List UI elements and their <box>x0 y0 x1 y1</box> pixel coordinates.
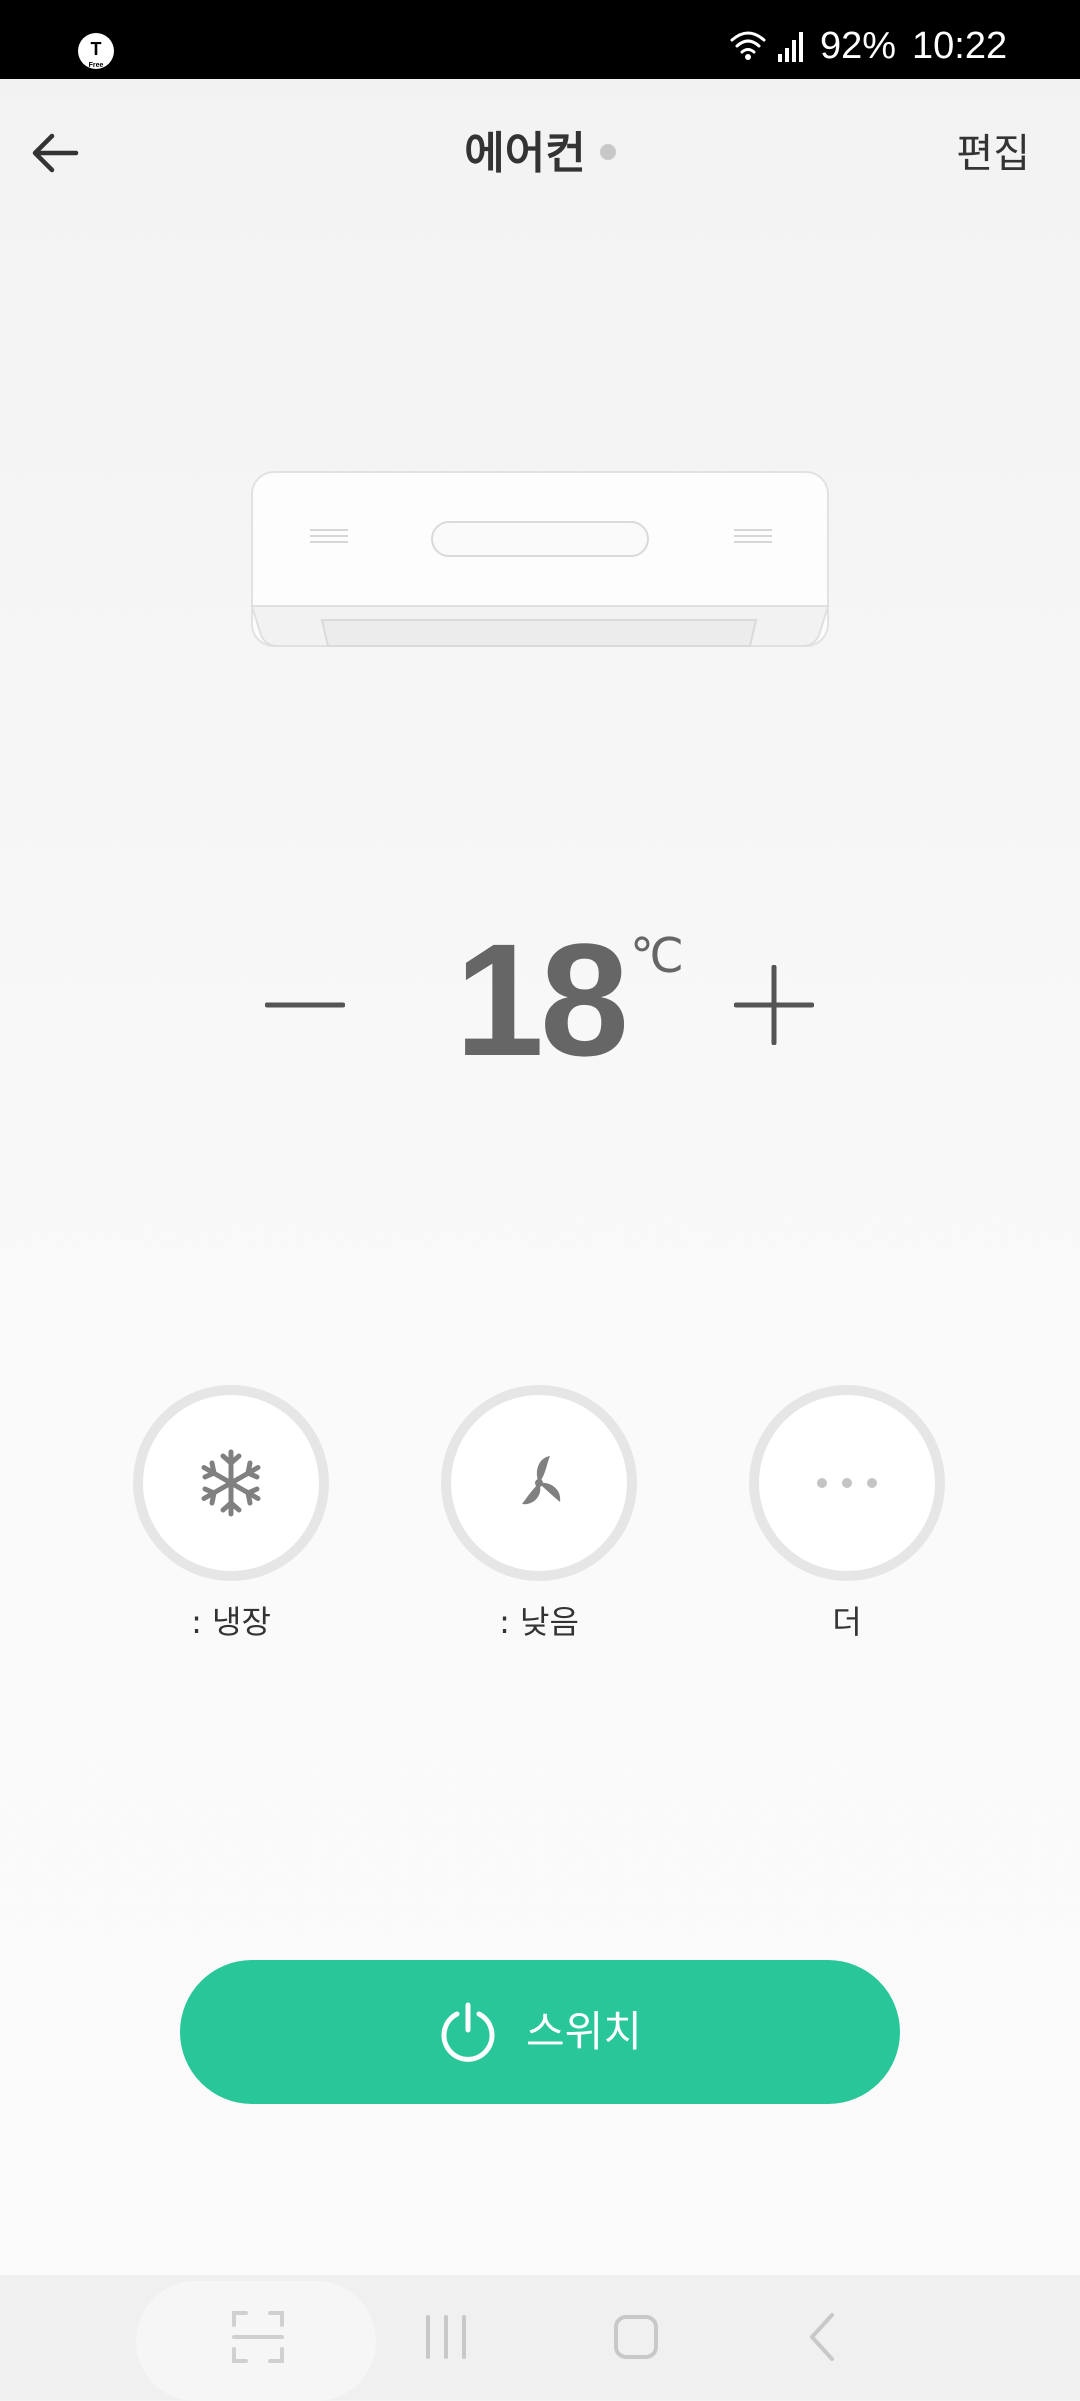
online-status-dot <box>599 144 616 160</box>
system-nav-bar <box>0 2275 1080 2401</box>
power-switch-button[interactable]: 스위치 <box>180 1960 900 2104</box>
carrier-logo: T Free <box>78 33 114 69</box>
battery-level: 92% <box>820 25 897 67</box>
more-button[interactable] <box>749 1385 945 1581</box>
decrease-temperature-button[interactable] <box>265 965 345 1045</box>
back-icon[interactable] <box>792 2305 856 2369</box>
temperature-unit: ℃ <box>630 928 684 984</box>
power-switch-label: 스위치 <box>526 2007 642 2056</box>
temperature-value: 18 <box>455 910 629 1089</box>
increase-temperature-button[interactable] <box>734 965 814 1045</box>
edit-button[interactable]: 편집 <box>956 126 1030 182</box>
power-icon <box>441 2002 495 2062</box>
more-label: 더 <box>832 1603 862 1641</box>
fan-icon <box>522 1456 561 1505</box>
wifi-signal-icons <box>730 31 803 62</box>
scan-icon[interactable] <box>226 2305 290 2369</box>
fan-speed-label: : 낮음 <box>499 1603 579 1641</box>
home-icon[interactable] <box>604 2305 668 2369</box>
recent-apps-icon[interactable] <box>414 2305 478 2369</box>
wifi-icon <box>730 31 766 54</box>
fan-speed-button[interactable] <box>441 1385 637 1581</box>
clock: 10:22 <box>912 25 1008 67</box>
more-icon <box>817 1478 877 1488</box>
carrier-logo-letter: T <box>90 39 102 59</box>
status-bar: T Free 92% 10:22 <box>0 0 1080 79</box>
device-name: 에어컨 <box>464 128 586 179</box>
snowflake-icon <box>201 1449 261 1517</box>
mode-label: : 냉장 <box>191 1603 271 1641</box>
plus-icon <box>734 965 814 1045</box>
carrier-logo-sub: Free <box>88 62 104 69</box>
page-title: 에어컨 <box>0 124 1080 184</box>
mode-button[interactable] <box>133 1385 329 1581</box>
signal-icon <box>778 32 803 62</box>
air-conditioner-image <box>250 471 830 647</box>
